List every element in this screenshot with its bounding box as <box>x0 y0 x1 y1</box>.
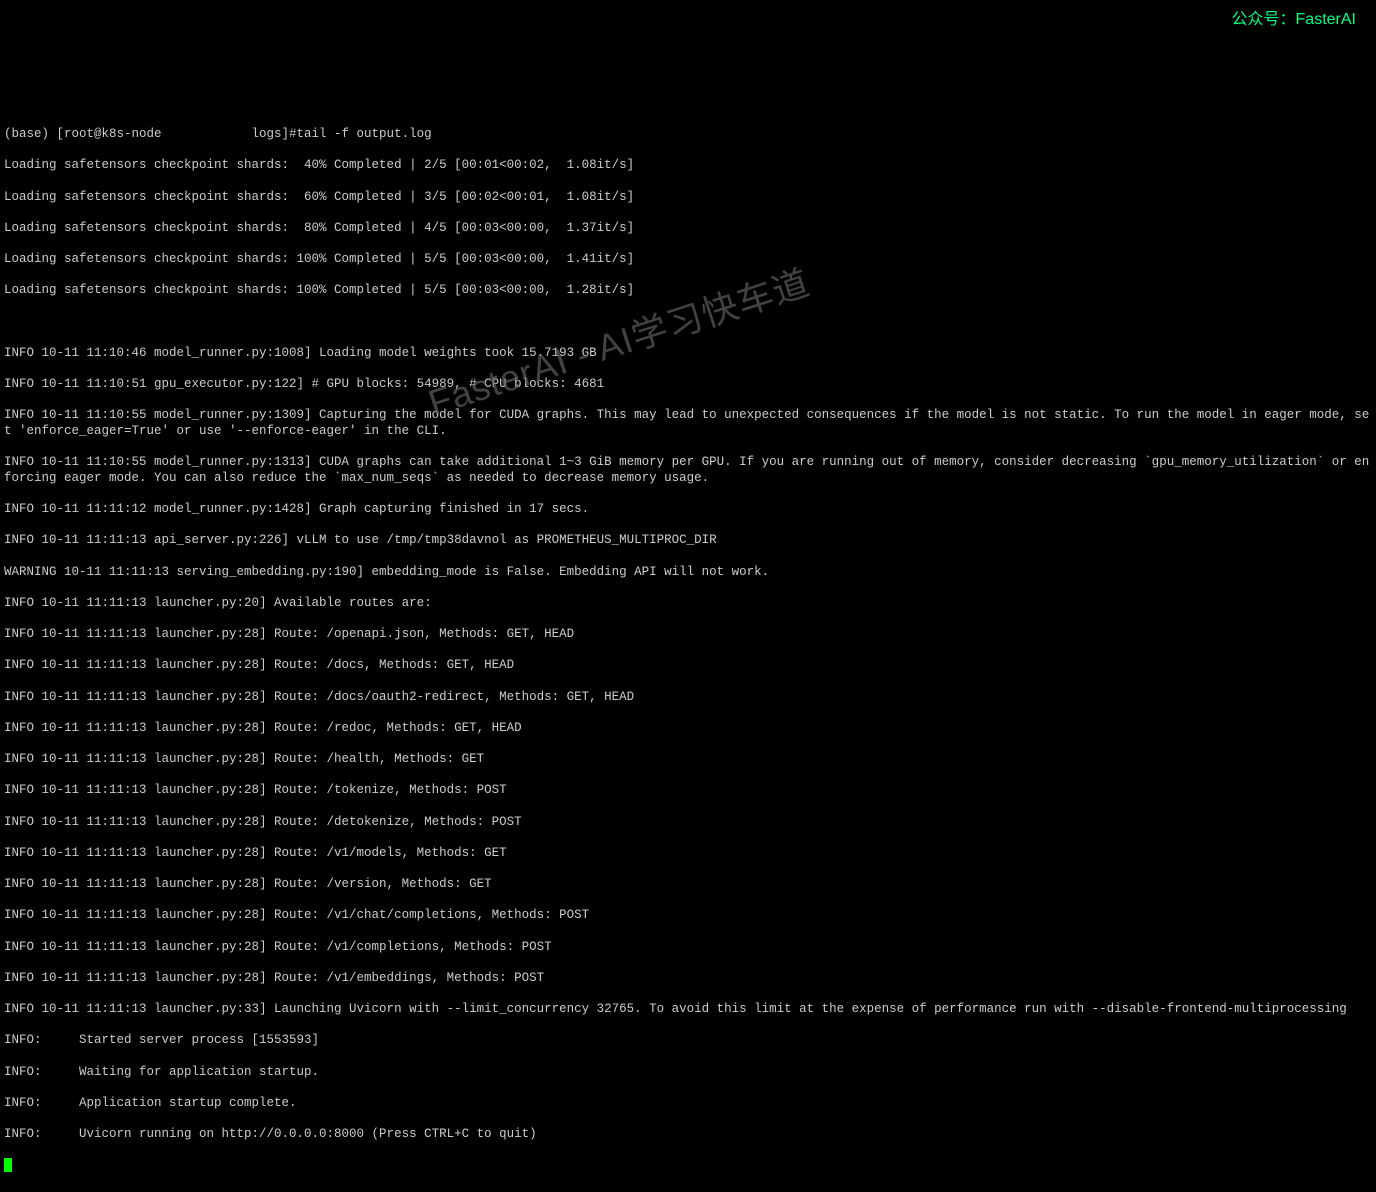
info-line: INFO 10-11 11:11:13 launcher.py:28] Rout… <box>4 721 1372 737</box>
info-line: INFO 10-11 11:11:13 launcher.py:28] Rout… <box>4 658 1372 674</box>
loading-line: Loading safetensors checkpoint shards: 6… <box>4 190 1372 206</box>
info-line: INFO 10-11 11:11:13 launcher.py:28] Rout… <box>4 783 1372 799</box>
info-line: INFO 10-11 11:11:13 launcher.py:28] Rout… <box>4 940 1372 956</box>
info-line: INFO: Waiting for application startup. <box>4 1065 1372 1081</box>
info-line: INFO 10-11 11:11:13 launcher.py:28] Rout… <box>4 971 1372 987</box>
info-line: INFO: Application startup complete. <box>4 1096 1372 1112</box>
info-line: INFO 10-11 11:11:13 launcher.py:28] Rout… <box>4 908 1372 924</box>
info-line: INFO 10-11 11:10:46 model_runner.py:1008… <box>4 346 1372 362</box>
info-line: INFO 10-11 11:10:55 model_runner.py:1313… <box>4 455 1372 486</box>
corner-watermark: 公众号：FasterAI <box>1232 10 1356 30</box>
loading-line: Loading safetensors checkpoint shards: 8… <box>4 221 1372 237</box>
info-line: INFO 10-11 11:11:13 api_server.py:226] v… <box>4 533 1372 549</box>
info-line: INFO 10-11 11:11:13 launcher.py:28] Rout… <box>4 690 1372 706</box>
info-line: INFO 10-11 11:10:51 gpu_executor.py:122]… <box>4 377 1372 393</box>
prompt-line: (base) [root@k8s-node logs]#tail -f outp… <box>4 127 1372 143</box>
loading-line: Loading safetensors checkpoint shards: 4… <box>4 158 1372 174</box>
loading-line: Loading safetensors checkpoint shards: 1… <box>4 252 1372 268</box>
info-line: INFO 10-11 11:11:13 launcher.py:33] Laun… <box>4 1002 1372 1018</box>
info-line: INFO: Started server process [1553593] <box>4 1033 1372 1049</box>
info-line: INFO 10-11 11:11:13 launcher.py:28] Rout… <box>4 877 1372 893</box>
warning-line: WARNING 10-11 11:11:13 serving_embedding… <box>4 565 1372 581</box>
info-line: INFO 10-11 11:11:13 launcher.py:20] Avai… <box>4 596 1372 612</box>
info-line: INFO 10-11 11:11:13 launcher.py:28] Rout… <box>4 815 1372 831</box>
blank-line <box>4 315 1372 331</box>
info-line: INFO 10-11 11:11:12 model_runner.py:1428… <box>4 502 1372 518</box>
info-line: INFO: Uvicorn running on http://0.0.0.0:… <box>4 1127 1372 1143</box>
info-line: INFO 10-11 11:10:55 model_runner.py:1309… <box>4 408 1372 439</box>
terminal-output: (base) [root@k8s-node logs]#tail -f outp… <box>4 111 1372 1174</box>
info-line: INFO 10-11 11:11:13 launcher.py:28] Rout… <box>4 627 1372 643</box>
info-line: INFO 10-11 11:11:13 launcher.py:28] Rout… <box>4 752 1372 768</box>
info-line: INFO 10-11 11:11:13 launcher.py:28] Rout… <box>4 846 1372 862</box>
loading-line: Loading safetensors checkpoint shards: 1… <box>4 283 1372 299</box>
terminal-cursor <box>4 1158 12 1172</box>
